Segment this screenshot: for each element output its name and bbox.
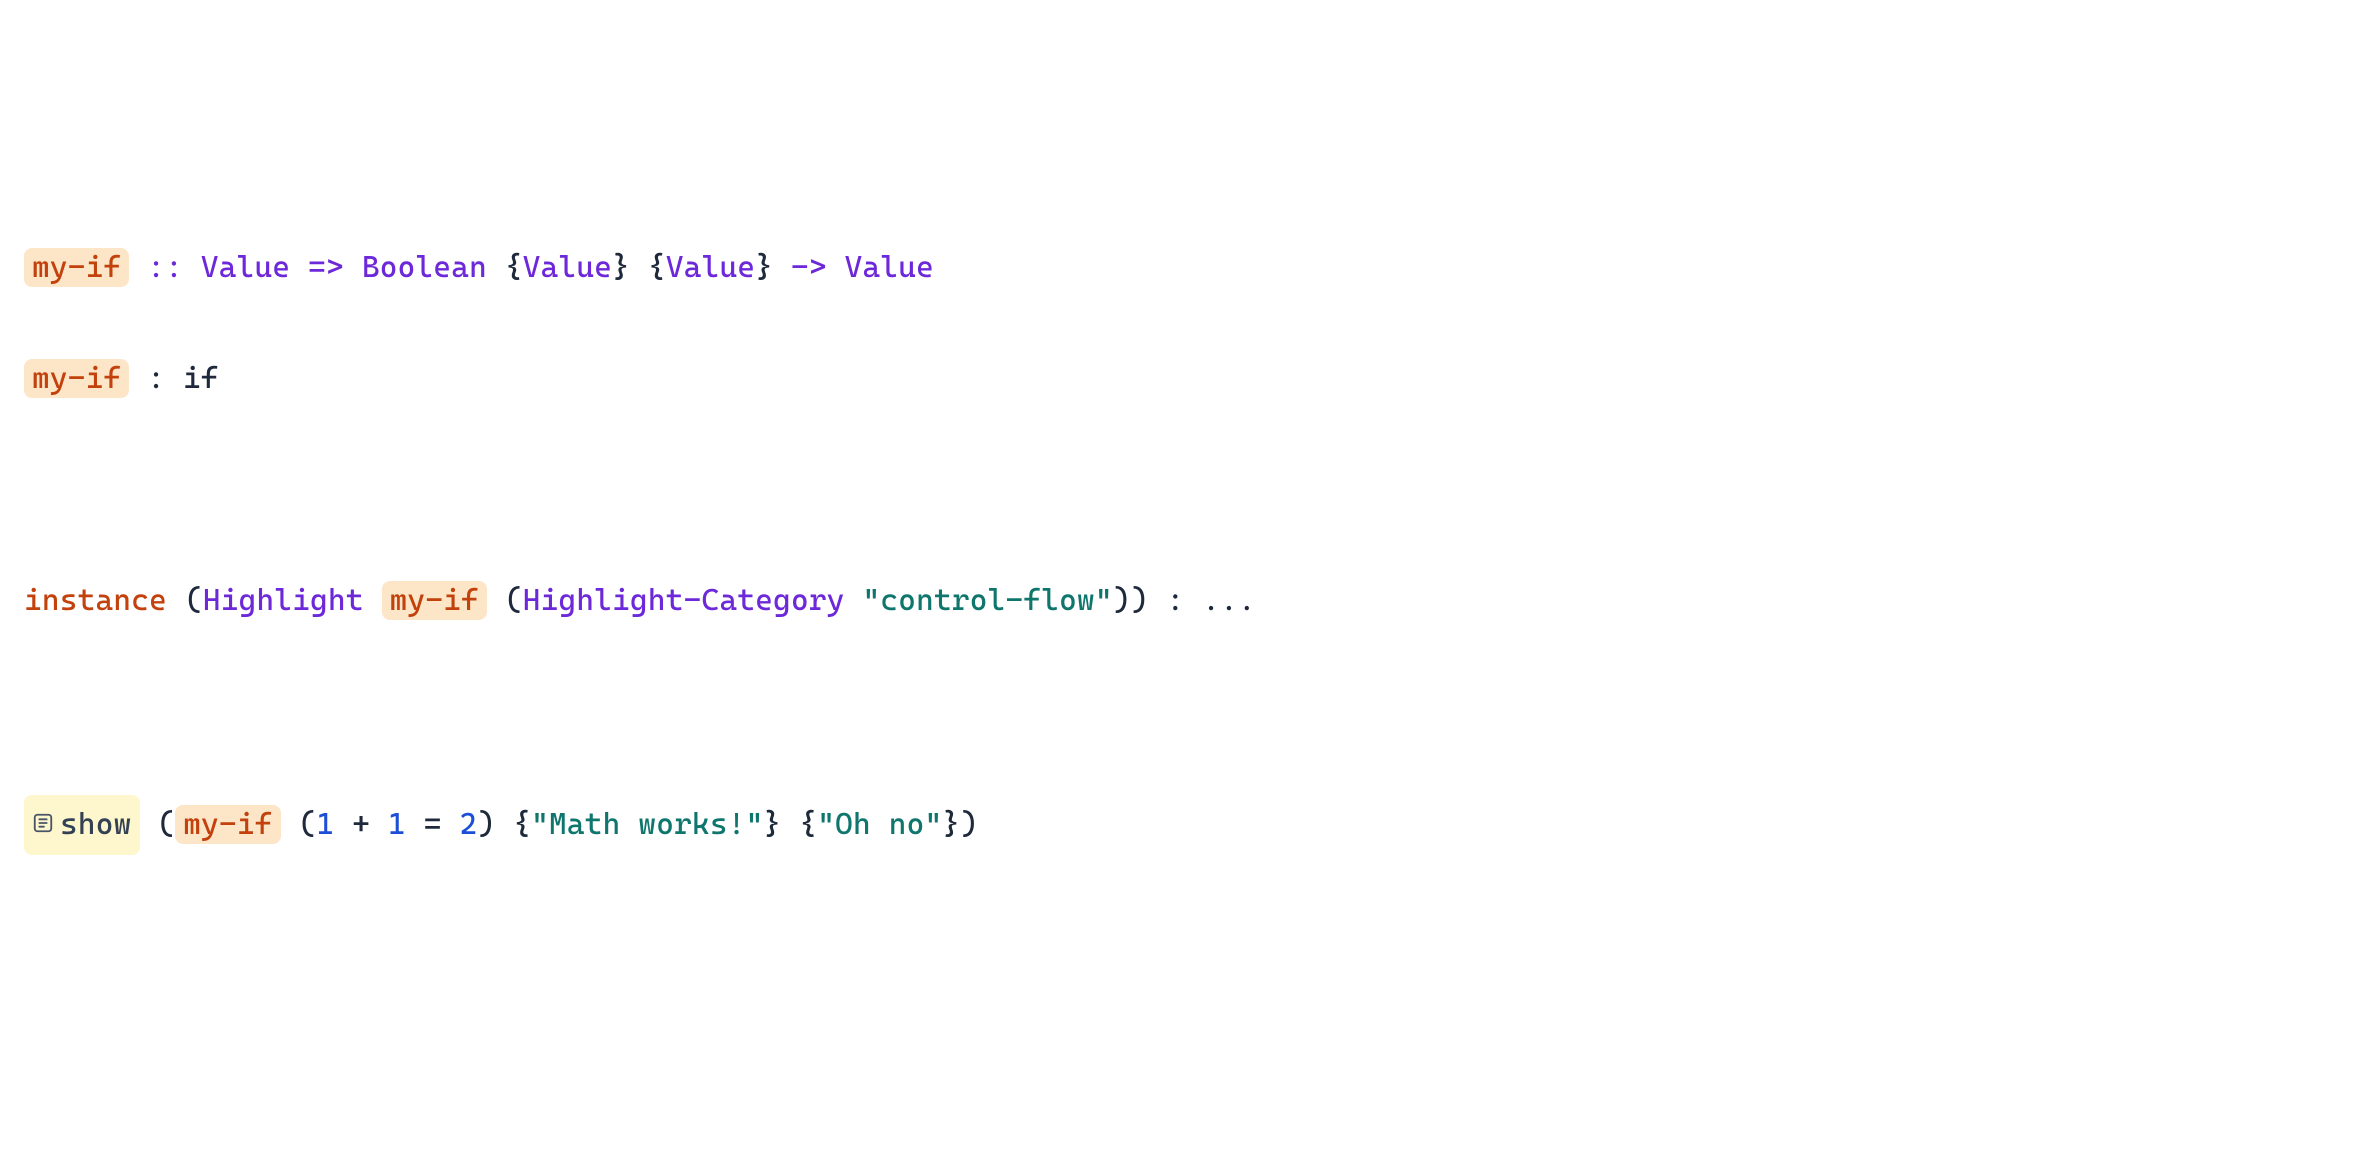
space bbox=[630, 250, 648, 285]
space bbox=[845, 583, 863, 618]
function-name-chip: my-if bbox=[382, 581, 487, 620]
type-value: Value bbox=[845, 250, 934, 285]
paren-open: ( bbox=[299, 807, 317, 842]
paren-close: ) bbox=[1113, 583, 1131, 618]
space bbox=[364, 583, 382, 618]
space bbox=[281, 807, 299, 842]
class-highlight-category: Highlight-Category bbox=[523, 583, 845, 618]
operator-arrow: -> bbox=[773, 250, 845, 285]
paren-open: ( bbox=[505, 583, 523, 618]
string-literal: "Oh no" bbox=[817, 807, 942, 842]
paren-close: ) bbox=[477, 807, 495, 842]
brace-close: } bbox=[764, 807, 782, 842]
function-name-chip: my-if bbox=[24, 359, 129, 398]
operator-fat-arrow: => bbox=[290, 250, 362, 285]
number-literal: 1 bbox=[388, 807, 406, 842]
blank-line bbox=[24, 462, 2350, 518]
brace-open: { bbox=[505, 250, 523, 285]
paren-close: ) bbox=[960, 807, 978, 842]
brace-close: } bbox=[755, 250, 773, 285]
space bbox=[140, 807, 158, 842]
show-chip[interactable]: show bbox=[24, 795, 140, 855]
space bbox=[167, 583, 185, 618]
space bbox=[487, 583, 505, 618]
code-line-4: instance (Highlight my-if (Highlight-Cat… bbox=[24, 573, 2350, 629]
space bbox=[781, 807, 799, 842]
class-highlight: Highlight bbox=[203, 583, 364, 618]
paren-close: ) bbox=[1131, 583, 1149, 618]
number-literal: 1 bbox=[316, 807, 334, 842]
ellipsis: ... bbox=[1202, 583, 1256, 618]
type-value: Value bbox=[201, 250, 290, 285]
code-line-1: my-if :: Value => Boolean {Value} {Value… bbox=[24, 240, 2350, 296]
type-value: Value bbox=[666, 250, 755, 285]
string-literal: "control-flow" bbox=[862, 583, 1112, 618]
type-value: Value bbox=[523, 250, 612, 285]
type-boolean: Boolean bbox=[362, 250, 487, 285]
function-name-chip: my-if bbox=[24, 248, 129, 287]
operator-double-colon: :: bbox=[129, 250, 201, 285]
space bbox=[487, 250, 505, 285]
keyword-instance: instance bbox=[24, 583, 167, 618]
paren-open: ( bbox=[185, 583, 203, 618]
keyword-if: if bbox=[183, 361, 219, 396]
show-label: show bbox=[60, 797, 132, 853]
brace-open: { bbox=[648, 250, 666, 285]
code-line-2: my-if : if bbox=[24, 351, 2350, 407]
brace-close: } bbox=[612, 250, 630, 285]
string-literal: "Math works!" bbox=[531, 807, 763, 842]
brace-close: } bbox=[942, 807, 960, 842]
operator-equals: = bbox=[406, 807, 460, 842]
operator-colon: : bbox=[1149, 583, 1203, 618]
list-icon bbox=[32, 797, 54, 853]
operator-colon: : bbox=[129, 361, 183, 396]
space bbox=[495, 807, 513, 842]
paren-open: ( bbox=[157, 807, 175, 842]
brace-open: { bbox=[513, 807, 531, 842]
brace-open: { bbox=[799, 807, 817, 842]
blank-line bbox=[24, 684, 2350, 740]
function-name-chip: my-if bbox=[175, 805, 280, 844]
number-literal: 2 bbox=[460, 807, 478, 842]
operator-plus: + bbox=[334, 807, 388, 842]
code-line-6: show (my-if (1 + 1 = 2) {"Math works!"} … bbox=[24, 795, 2350, 855]
